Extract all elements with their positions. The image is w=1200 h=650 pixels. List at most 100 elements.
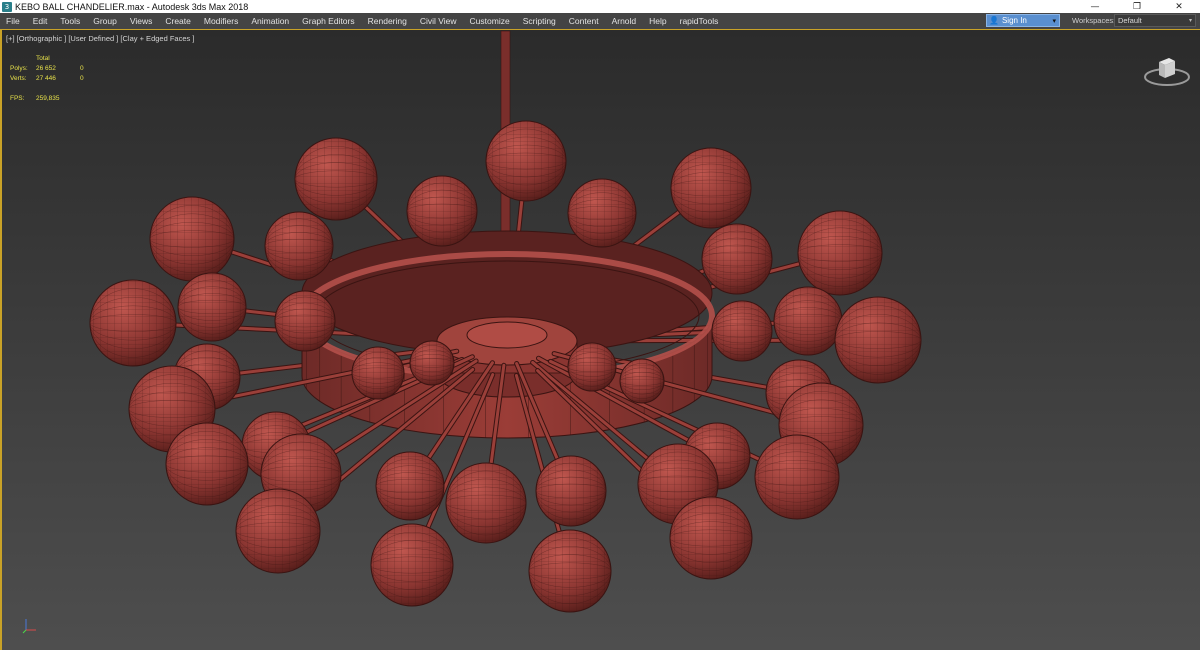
menu-help[interactable]: Help (641, 13, 671, 29)
polys-label: Polys: (10, 65, 28, 72)
fps-label: FPS: (10, 95, 25, 102)
menu-civil-view[interactable]: Civil View (412, 13, 462, 29)
ball (264, 211, 334, 281)
ball (619, 358, 665, 404)
ball (351, 346, 405, 400)
ball-mesh (446, 463, 526, 543)
ball-mesh (529, 530, 611, 612)
ball-mesh (407, 176, 477, 246)
window-controls: — ❐ ✕ (1074, 0, 1200, 13)
ball (567, 178, 637, 248)
menu-scripting[interactable]: Scripting (515, 13, 561, 29)
menu-animation[interactable]: Animation (243, 13, 294, 29)
ball-mesh (568, 179, 636, 247)
ball (370, 523, 454, 607)
menu-bar: File Edit Tools Group Views Create Modif… (0, 13, 1200, 29)
ball (567, 342, 617, 392)
ball-mesh (166, 423, 248, 505)
menu-modifiers[interactable]: Modifiers (196, 13, 243, 29)
ball-mesh (410, 341, 454, 385)
ball-mesh (798, 211, 882, 295)
window-title: KEBO BALL CHANDELIER.max - Autodesk 3ds … (15, 1, 249, 12)
menu-file[interactable]: File (0, 13, 25, 29)
ball-mesh (275, 291, 335, 351)
minimize-button[interactable]: — (1074, 0, 1116, 13)
ball (165, 422, 249, 506)
ball-mesh (670, 497, 752, 579)
ball (701, 223, 773, 295)
ball-mesh (755, 435, 839, 519)
menu-edit[interactable]: Edit (25, 13, 53, 29)
ball (445, 462, 527, 544)
menu-rapidtools[interactable]: rapidTools (672, 13, 724, 29)
ball (670, 147, 752, 229)
menu-items: File Edit Tools Group Views Create Modif… (0, 13, 723, 29)
workspaces-select[interactable]: Default ▾ (1114, 14, 1196, 27)
ball (89, 279, 177, 367)
menu-group[interactable]: Group (85, 13, 122, 29)
ball-mesh (236, 489, 320, 573)
ball (711, 300, 773, 362)
title-bar: 3 KEBO BALL CHANDELIER.max - Autodesk 3d… (0, 0, 1200, 13)
viewcube-icon[interactable] (1142, 50, 1192, 90)
axis-tripod-icon (22, 619, 36, 634)
chandelier-model (89, 30, 922, 613)
ball (669, 496, 753, 580)
restore-button[interactable]: ❐ (1116, 0, 1158, 13)
ball (235, 488, 321, 574)
ball-mesh (486, 121, 566, 201)
ball (797, 210, 883, 296)
ball-mesh (671, 148, 751, 228)
menu-tools[interactable]: Tools (52, 13, 85, 29)
ball (535, 455, 607, 527)
ball (834, 296, 922, 384)
workspaces-label: Workspaces: (1072, 16, 1116, 25)
sign-in-dropdown[interactable]: 👤 Sign In ▾ (986, 14, 1060, 27)
ball (409, 340, 455, 386)
ball (177, 272, 247, 342)
stats-polys-row: Polys: 26 652 0 (10, 64, 84, 74)
ball-mesh (536, 456, 606, 526)
ball-mesh (568, 343, 616, 391)
chevron-down-icon: ▾ (1188, 17, 1192, 24)
ball (485, 120, 567, 202)
ball (274, 290, 336, 352)
app-icon: 3 (2, 1, 12, 12)
menu-arnold[interactable]: Arnold (604, 13, 642, 29)
perspective-viewport[interactable]: [+] [Orthographic ] [User Defined ] [Cla… (0, 29, 1200, 650)
ball-mesh (702, 224, 772, 294)
polys-total: 26 652 (36, 65, 56, 72)
hub-cap (466, 321, 548, 349)
ball-mesh (90, 280, 176, 366)
user-icon: 👤 (989, 16, 999, 25)
chevron-down-icon: ▾ (1052, 16, 1056, 25)
ball (375, 451, 445, 521)
menu-views[interactable]: Views (122, 13, 158, 29)
ball-mesh (620, 359, 664, 403)
ball-mesh (376, 452, 444, 520)
ball-mesh (265, 212, 333, 280)
ball (406, 175, 478, 247)
menu-rendering[interactable]: Rendering (360, 13, 412, 29)
polys-selected: 0 (80, 65, 84, 72)
verts-label: Verts: (10, 75, 27, 82)
ball (754, 434, 840, 520)
verts-total: 27 446 (36, 75, 56, 82)
ball-mesh (371, 524, 453, 606)
menu-graph-editors[interactable]: Graph Editors (294, 13, 359, 29)
menu-create[interactable]: Create (157, 13, 196, 29)
close-button[interactable]: ✕ (1158, 0, 1200, 13)
viewport-statistics: Total Polys: 26 652 0 Verts: 27 446 0 FP… (10, 54, 84, 104)
ball (294, 137, 378, 221)
ball-mesh (712, 301, 772, 361)
verts-selected: 0 (80, 75, 84, 82)
viewport-label[interactable]: [+] [Orthographic ] [User Defined ] [Cla… (6, 34, 194, 43)
ball-mesh (150, 197, 234, 281)
workspaces-value: Default (1118, 16, 1142, 25)
ball-mesh (178, 273, 246, 341)
ball-mesh (774, 287, 842, 355)
ball (773, 286, 843, 356)
stats-fps-row: FPS: 259,835 (10, 94, 84, 104)
menu-content[interactable]: Content (561, 13, 604, 29)
menu-customize[interactable]: Customize (462, 13, 515, 29)
